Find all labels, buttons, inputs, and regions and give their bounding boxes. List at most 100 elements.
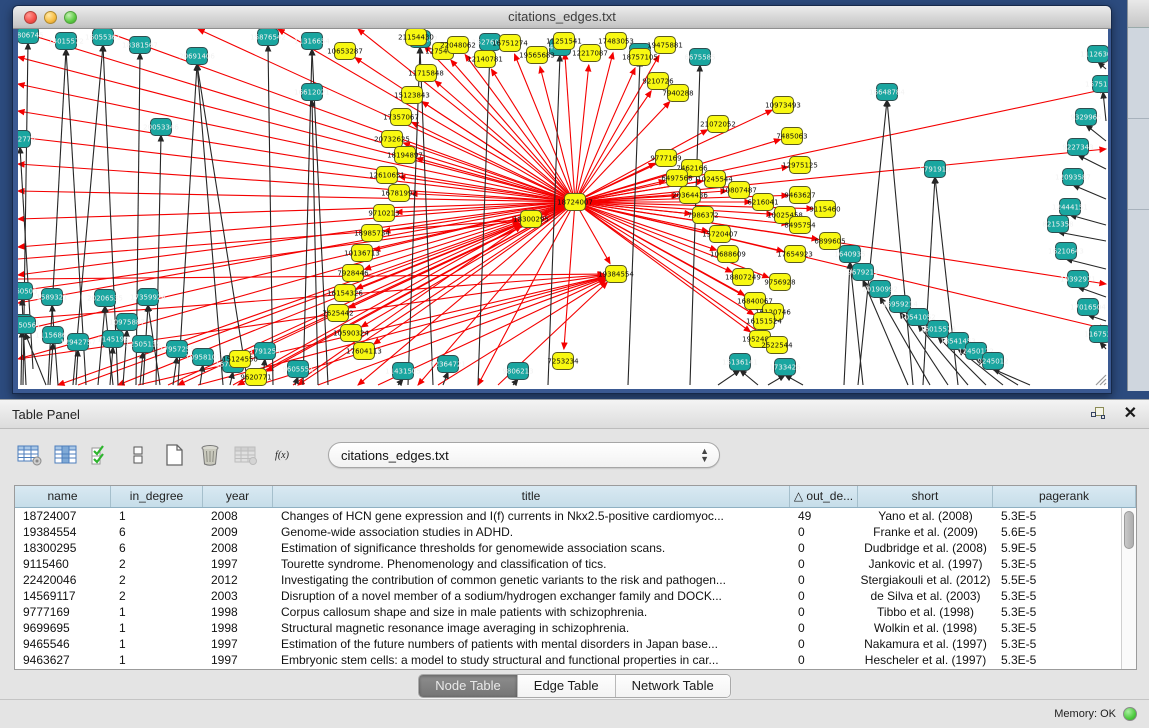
table-cell-name[interactable]: 18300295 bbox=[15, 540, 111, 556]
network-node-teal[interactable]: 17359924 bbox=[130, 289, 166, 306]
network-node-yellow[interactable]: 17483053 bbox=[598, 33, 634, 50]
table-row[interactable]: 1456911722003Disruption of a novel membe… bbox=[15, 588, 1121, 604]
table-cell-year[interactable]: 1998 bbox=[203, 620, 273, 636]
table-cell-short[interactable]: Yano et al. (2008) bbox=[858, 508, 993, 524]
table-settings-icon[interactable] bbox=[14, 439, 46, 471]
column-header-out_de[interactable]: △ out_de... bbox=[790, 486, 858, 507]
network-node-teal[interactable]: 1733426 bbox=[769, 359, 801, 376]
network-node-yellow[interactable]: 9463627 bbox=[784, 187, 815, 204]
table-row[interactable]: 1830029562008Estimation of significance … bbox=[15, 540, 1121, 556]
network-node-yellow[interactable]: 7485063 bbox=[776, 128, 807, 145]
table-cell-short[interactable]: Dudbridge et al. (2008) bbox=[858, 540, 993, 556]
column-header-year[interactable]: year bbox=[203, 486, 273, 507]
network-node-yellow[interactable]: 12975125 bbox=[782, 157, 818, 174]
table-row[interactable]: 946362711997Embryonic stem cells: a mode… bbox=[15, 652, 1121, 668]
network-node-teal[interactable]: 9329966 bbox=[1070, 109, 1102, 126]
table-cell-name[interactable]: 22420046 bbox=[15, 572, 111, 588]
network-node-teal[interactable]: 8215358 bbox=[1042, 216, 1073, 233]
tab-node-table[interactable]: Node Table bbox=[419, 675, 518, 697]
delete-table-icon[interactable] bbox=[194, 439, 226, 471]
table-cell-in_degree[interactable]: 6 bbox=[111, 524, 203, 540]
network-node-teal[interactable]: 15136141 bbox=[722, 354, 758, 371]
network-node-yellow[interactable]: 12217087 bbox=[572, 45, 608, 62]
table-cell-short[interactable]: Hescheler et al. (1997) bbox=[858, 652, 993, 668]
table-cell-year[interactable]: 2008 bbox=[203, 540, 273, 556]
network-node-teal[interactable]: 17016504 bbox=[1070, 299, 1106, 316]
table-cell-title[interactable]: Structural magnetic resonance image aver… bbox=[273, 620, 790, 636]
table-cell-name[interactable]: 9115460 bbox=[15, 556, 111, 572]
network-node-yellow[interactable]: 15123843 bbox=[394, 87, 430, 104]
network-node-teal[interactable]: 16612021 bbox=[294, 84, 330, 101]
table-cell-year[interactable]: 2003 bbox=[203, 588, 273, 604]
table-cell-year[interactable]: 1997 bbox=[203, 556, 273, 572]
new-document-icon[interactable] bbox=[158, 439, 190, 471]
table-cell-year[interactable]: 2009 bbox=[203, 524, 273, 540]
table-cell-pagerank[interactable]: 5.6E-5 bbox=[993, 524, 1121, 540]
table-cell-pagerank[interactable]: 5.3E-5 bbox=[993, 588, 1121, 604]
column-header-name[interactable]: name bbox=[15, 486, 111, 507]
network-node-teal[interactable]: 19392971 bbox=[1060, 271, 1096, 288]
column-header-title[interactable]: title bbox=[273, 486, 790, 507]
table-cell-in_degree[interactable]: 1 bbox=[111, 508, 203, 524]
table-cell-name[interactable]: 9463627 bbox=[15, 652, 111, 668]
table-row[interactable]: 1872400712008Changes of HCN gene express… bbox=[15, 508, 1121, 524]
table-scrollbar[interactable] bbox=[1121, 508, 1136, 669]
network-node-yellow[interactable]: 9756928 bbox=[764, 274, 795, 291]
network-node-teal[interactable]: 20691406 bbox=[179, 48, 215, 65]
table-cell-pagerank[interactable]: 5.5E-5 bbox=[993, 572, 1121, 588]
float-window-icon[interactable] bbox=[1090, 406, 1108, 422]
table-cell-pagerank[interactable]: 5.3E-5 bbox=[993, 652, 1121, 668]
table-row[interactable]: 911546021997Tourette syndrome. Phenomeno… bbox=[15, 556, 1121, 572]
table-cell-title[interactable]: Disruption of a novel member of a sodium… bbox=[273, 588, 790, 604]
network-node-yellow[interactable]: 17654923 bbox=[777, 246, 813, 263]
table-cell-name[interactable]: 9465546 bbox=[15, 636, 111, 652]
function-builder-icon[interactable]: f(x) bbox=[266, 439, 298, 471]
table-cell-in_degree[interactable]: 2 bbox=[111, 572, 203, 588]
network-node-teal[interactable]: 12093587 bbox=[1055, 169, 1091, 186]
network-node-teal[interactable]: 1167533 bbox=[1084, 326, 1108, 343]
network-canvas[interactable]: 9806745140155721605536118381567206914061… bbox=[18, 29, 1108, 389]
table-cell-year[interactable]: 1997 bbox=[203, 636, 273, 652]
memory-status-led[interactable] bbox=[1123, 707, 1137, 721]
table-cell-out_de[interactable]: 0 bbox=[790, 524, 858, 540]
network-node-teal[interactable]: 2060503 bbox=[18, 283, 38, 300]
window-titlebar[interactable]: citations_edges.txt bbox=[13, 6, 1111, 29]
network-node-teal[interactable]: 15751074 bbox=[1085, 76, 1108, 93]
table-cell-title[interactable]: Estimation of significance thresholds fo… bbox=[273, 540, 790, 556]
table-cell-short[interactable]: de Silva et al. (2003) bbox=[858, 588, 993, 604]
tab-edge-table[interactable]: Edge Table bbox=[518, 675, 616, 697]
network-node-teal[interactable]: 9605551 bbox=[282, 361, 313, 378]
network-node-yellow[interactable]: 10688609 bbox=[710, 246, 746, 263]
table-cell-name[interactable]: 14569117 bbox=[15, 588, 111, 604]
network-node-teal[interactable]: 1632770 bbox=[18, 131, 36, 148]
table-row[interactable]: 946554611997Estimation of the future num… bbox=[15, 636, 1121, 652]
row-height-icon[interactable] bbox=[122, 439, 154, 471]
network-node-yellow[interactable]: 10653287 bbox=[327, 43, 363, 60]
table-cell-out_de[interactable]: 0 bbox=[790, 572, 858, 588]
network-node-teal[interactable]: 16055361 bbox=[85, 29, 121, 46]
table-cell-out_de[interactable]: 0 bbox=[790, 652, 858, 668]
table-cell-pagerank[interactable]: 5.3E-5 bbox=[993, 556, 1121, 572]
network-node-yellow[interactable]: 7253234 bbox=[547, 353, 579, 370]
network-node-yellow[interactable]: 20732625 bbox=[374, 131, 410, 148]
network-node-teal[interactable]: 20206535 bbox=[87, 290, 123, 307]
table-cell-pagerank[interactable]: 5.9E-5 bbox=[993, 540, 1121, 556]
table-row[interactable]: 1938455462009Genome-wide association stu… bbox=[15, 524, 1121, 540]
table-cell-out_de[interactable]: 0 bbox=[790, 556, 858, 572]
table-cell-out_de[interactable]: 49 bbox=[790, 508, 858, 524]
network-node-yellow[interactable]: 7625442 bbox=[322, 305, 353, 322]
select-rows-icon[interactable] bbox=[86, 439, 118, 471]
table-cell-out_de[interactable]: 0 bbox=[790, 588, 858, 604]
table-cell-title[interactable]: Tourette syndrome. Phenomenology and cla… bbox=[273, 556, 790, 572]
table-cell-title[interactable]: Embryonic stem cells: a model to study s… bbox=[273, 652, 790, 668]
network-node-teal[interactable]: 9806745 bbox=[18, 29, 44, 44]
table-cell-title[interactable]: Corpus callosum shape and size in male p… bbox=[273, 604, 790, 620]
table-cell-in_degree[interactable]: 2 bbox=[111, 556, 203, 572]
table-cell-title[interactable]: Investigating the contribution of common… bbox=[273, 572, 790, 588]
minimize-window-button[interactable] bbox=[44, 11, 57, 24]
table-cell-in_degree[interactable]: 1 bbox=[111, 620, 203, 636]
network-node-teal[interactable]: 11431505 bbox=[385, 363, 421, 380]
table-cell-pagerank[interactable]: 5.3E-5 bbox=[993, 620, 1121, 636]
table-cell-name[interactable]: 9777169 bbox=[15, 604, 111, 620]
network-node-teal[interactable]: 11316654 bbox=[294, 33, 330, 50]
